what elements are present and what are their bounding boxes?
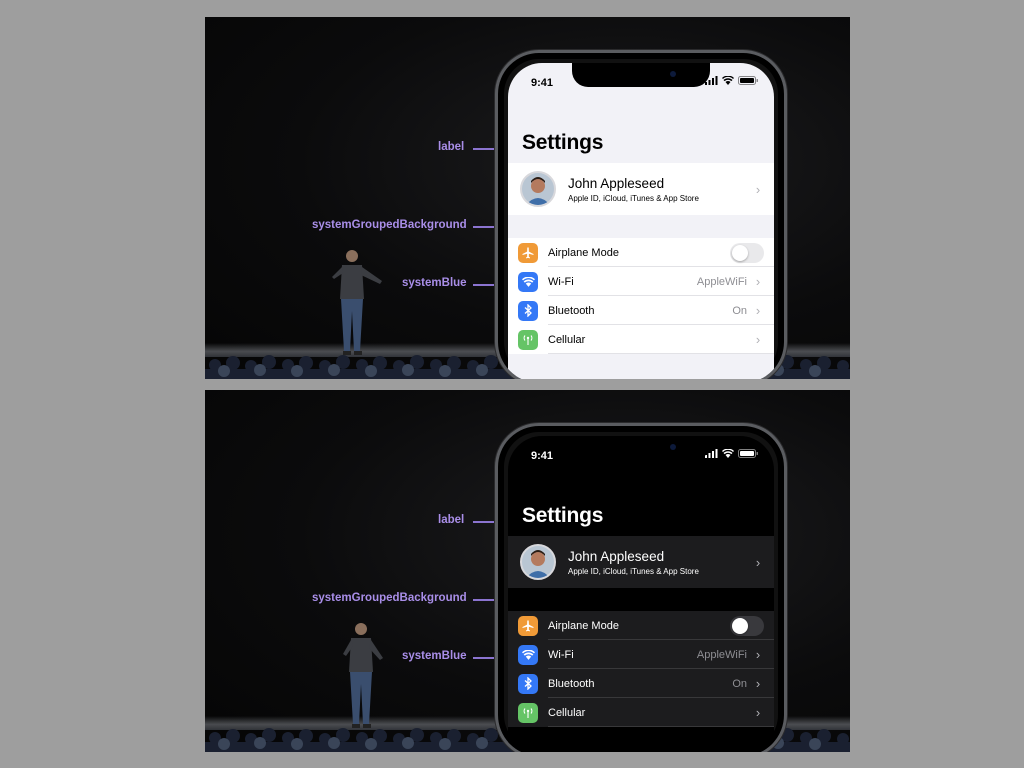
- row-label-wifi: Wi-Fi: [548, 648, 574, 661]
- iphone-light: 9:41 Settings John Appleseed Apple ID, i…: [495, 50, 787, 379]
- profile-name: John Appleseed: [568, 548, 665, 564]
- chevron-right-icon: ›: [755, 554, 761, 570]
- wifi-icon: [518, 644, 538, 665]
- chevron-right-icon: ›: [755, 274, 761, 289]
- chevron-right-icon: ›: [755, 181, 761, 197]
- profile-row[interactable]: John Appleseed Apple ID, iCloud, iTunes …: [508, 536, 774, 588]
- row-wifi[interactable]: Wi-Fi AppleWiFi ›: [508, 640, 774, 669]
- airplane-icon: [518, 615, 538, 636]
- presenter-figure: [343, 623, 383, 728]
- wifi-status-icon: [722, 76, 734, 85]
- row-label-wifi: Wi-Fi: [548, 275, 574, 288]
- avatar: [520, 171, 556, 207]
- row-value-wifi: AppleWiFi: [696, 275, 747, 288]
- row-label-airplane: Airplane Mode: [548, 619, 619, 632]
- row-bluetooth[interactable]: Bluetooth On ›: [508, 669, 774, 698]
- row-label-bluetooth: Bluetooth: [548, 677, 595, 690]
- status-time: 9:41: [531, 450, 554, 462]
- bluetooth-icon: [518, 673, 538, 694]
- callout-background: systemGroupedBackground: [312, 592, 467, 604]
- callout-accent: systemBlue: [402, 277, 467, 289]
- chevron-right-icon: ›: [755, 332, 761, 347]
- profile-subtitle: Apple ID, iCloud, iTunes & App Store: [568, 193, 699, 203]
- settings-group: Airplane Mode Wi-Fi AppleWiFi › Bluetoot…: [508, 611, 774, 727]
- phone-notch: [572, 436, 710, 460]
- row-airplane-mode[interactable]: Airplane Mode: [508, 238, 774, 267]
- callout-label: label: [438, 514, 465, 526]
- phone-screen: 9:41 Settings John Appleseed Apple ID, i…: [508, 63, 774, 379]
- bluetooth-icon: [518, 300, 538, 321]
- row-cellular[interactable]: Cellular ›: [508, 698, 774, 727]
- page-title: Settings: [522, 131, 604, 154]
- cellular-icon: [518, 702, 538, 723]
- wifi-status-icon: [722, 449, 734, 458]
- callout-background: systemGroupedBackground: [312, 219, 467, 231]
- page-title: Settings: [522, 504, 604, 527]
- status-icons: [705, 76, 758, 85]
- airplane-mode-toggle[interactable]: [730, 242, 764, 263]
- airplane-icon: [518, 242, 538, 263]
- settings-group: Airplane Mode Wi-Fi AppleWiFi › Bluetoot…: [508, 238, 774, 354]
- row-value-wifi: AppleWiFi: [696, 648, 747, 661]
- profile-subtitle: Apple ID, iCloud, iTunes & App Store: [568, 566, 699, 576]
- row-value-bluetooth: On: [732, 304, 747, 317]
- airplane-mode-toggle[interactable]: [730, 615, 764, 636]
- status-time: 9:41: [531, 77, 554, 89]
- row-value-bluetooth: On: [732, 677, 747, 690]
- row-label-bluetooth: Bluetooth: [548, 304, 595, 317]
- chevron-right-icon: ›: [755, 676, 761, 691]
- profile-row[interactable]: John Appleseed Apple ID, iCloud, iTunes …: [508, 163, 774, 215]
- presenter-figure: [332, 250, 382, 355]
- wifi-icon: [518, 271, 538, 292]
- cellular-icon: [518, 329, 538, 350]
- phone-notch: [572, 63, 710, 87]
- row-airplane-mode[interactable]: Airplane Mode: [508, 611, 774, 640]
- keynote-slide-light: label systemGroupedBackground systemBlue…: [205, 17, 850, 379]
- row-label-cellular: Cellular: [548, 333, 586, 346]
- avatar: [520, 544, 556, 580]
- status-icons: [705, 449, 758, 458]
- iphone-dark: 9:41 Settings John Appleseed Apple ID, i…: [495, 423, 787, 752]
- keynote-slide-dark: label systemGroupedBackground systemBlue…: [205, 390, 850, 752]
- battery-icon: [738, 449, 758, 458]
- phone-screen: 9:41 Settings John Appleseed Apple ID, i…: [508, 436, 774, 752]
- chevron-right-icon: ›: [755, 647, 761, 662]
- chevron-right-icon: ›: [755, 705, 761, 720]
- profile-name: John Appleseed: [568, 175, 665, 191]
- callout-accent: systemBlue: [402, 650, 467, 662]
- row-label-airplane: Airplane Mode: [548, 246, 619, 259]
- row-wifi[interactable]: Wi-Fi AppleWiFi ›: [508, 267, 774, 296]
- row-label-cellular: Cellular: [548, 706, 586, 719]
- chevron-right-icon: ›: [755, 303, 761, 318]
- battery-icon: [738, 76, 758, 85]
- callout-label: label: [438, 141, 465, 153]
- row-cellular[interactable]: Cellular ›: [508, 325, 774, 354]
- row-bluetooth[interactable]: Bluetooth On ›: [508, 296, 774, 325]
